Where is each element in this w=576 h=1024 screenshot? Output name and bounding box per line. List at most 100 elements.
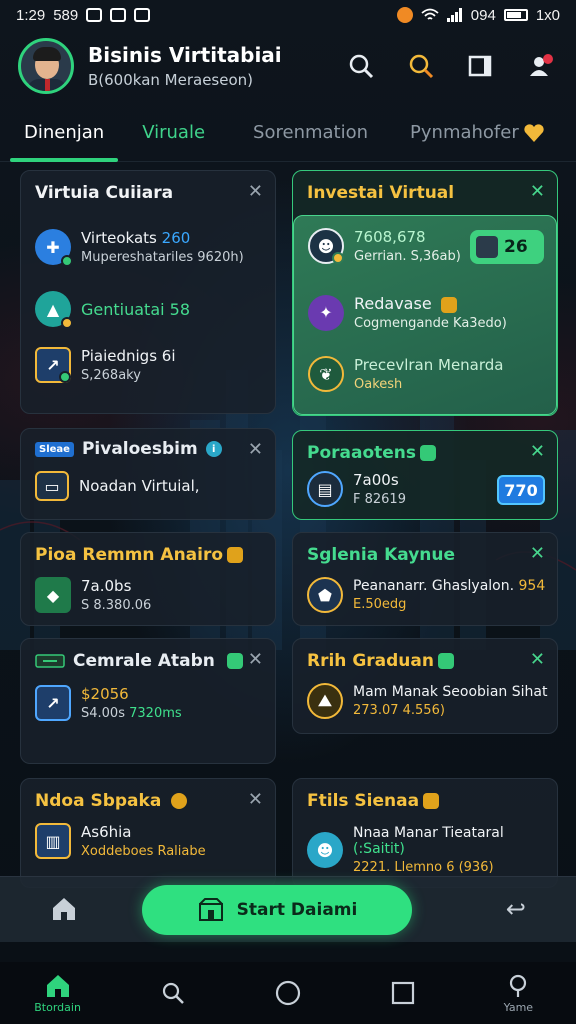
user-alert-icon[interactable] bbox=[524, 49, 558, 83]
square-icon bbox=[392, 981, 415, 1005]
card-sglenia-kaynue[interactable]: Sglenia Kaynue ✕ ⬟ Peananarr. Ghaslyalon… bbox=[292, 532, 558, 626]
tab-viruale[interactable]: Viruale bbox=[128, 104, 219, 162]
close-icon[interactable]: ✕ bbox=[530, 649, 545, 670]
list-item[interactable]: ▥ As6hia Xoddeboes Raliabe bbox=[35, 823, 206, 859]
document-icon: ▤ bbox=[307, 471, 343, 507]
status-right-text: 1x0 bbox=[535, 6, 560, 24]
leaf-icon: ❦ bbox=[308, 356, 344, 392]
nav-item-profile[interactable]: Yame bbox=[478, 973, 558, 1014]
card-ftils-sienaa[interactable]: Ftils Sienaa ☻ Nnaa Manar Tieataral (:Sa… bbox=[292, 778, 558, 888]
list-item[interactable]: ✚ Virteokats 260 Mupereshatariles 9620h) bbox=[35, 229, 244, 267]
card-title: Investai Virtual bbox=[307, 183, 455, 203]
nav-item-circle[interactable] bbox=[248, 979, 328, 1007]
card-title: Cemrale Atabn bbox=[73, 651, 215, 671]
person-icon: ☻ bbox=[307, 832, 343, 868]
card-poraaotens[interactable]: Poraaotens ✕ 770 ▤ 7a00s F 82619 bbox=[292, 430, 558, 520]
close-icon[interactable]: ✕ bbox=[248, 789, 263, 810]
sailboat-icon: ▲ bbox=[35, 291, 73, 329]
close-icon[interactable]: ✕ bbox=[530, 543, 545, 564]
card-investai-virtual[interactable]: Investai Virtual ✕ 26 ☻ 7608,678 Gerrian… bbox=[292, 170, 558, 416]
search-icon bbox=[162, 982, 184, 1004]
list-item[interactable]: ☻ 7608,678 Gerrian. S,36ab) bbox=[308, 228, 461, 264]
card-title: Rrih Graduan bbox=[307, 651, 454, 671]
tab-dinenjan[interactable]: Dinenjan bbox=[10, 104, 119, 162]
card-rrih-graduan[interactable]: Rrih Graduan ✕ ⛰ Mam Manak Seoobian Siha… bbox=[292, 638, 558, 734]
nav-item-search[interactable] bbox=[133, 980, 213, 1006]
list-item[interactable]: ◆ 7a.0bs S 8.380.06 bbox=[35, 577, 151, 613]
tab-pynmahofer[interactable]: Pynmahofer bbox=[396, 104, 559, 162]
card-title: Pivaloesbim bbox=[81, 439, 198, 459]
nav-label: Btordain bbox=[34, 1000, 81, 1014]
start-button[interactable]: Start Daiami bbox=[142, 885, 412, 935]
location-pin-icon bbox=[510, 974, 527, 997]
list-item[interactable]: ⬟ Peananarr. Ghaslyalon. 954 E.50edg bbox=[307, 577, 545, 613]
status-left-text: 589 bbox=[53, 6, 79, 24]
wifi-icon bbox=[421, 8, 439, 20]
app-header: Bisinis Virtitabiai B(600kan Meraeseon) bbox=[0, 30, 576, 102]
tab-bar: Dinenjan Viruale Sorenmation Pynmahofer bbox=[0, 104, 576, 162]
list-item[interactable]: ⛰ Mam Manak Seoobian Sihat 273.07 4.556) bbox=[307, 683, 547, 719]
landscape-icon: ⛰ bbox=[307, 683, 343, 719]
close-icon[interactable]: ✕ bbox=[248, 439, 263, 460]
app-icon bbox=[134, 8, 151, 22]
nav-item-square[interactable] bbox=[363, 980, 443, 1006]
card-pivaloesbim[interactable]: Sleae Pivaloesbim i ✕ ▭ Noadan Virtuial, bbox=[20, 428, 276, 520]
shield-icon: ⬟ bbox=[307, 577, 343, 613]
battery-icon bbox=[503, 9, 528, 21]
search-orange-icon[interactable] bbox=[404, 49, 438, 83]
action-bar: Start Daiami ↩ bbox=[0, 876, 576, 942]
info-icon: i bbox=[205, 441, 222, 457]
plus-icon: ✚ bbox=[35, 229, 73, 267]
nav-label: Yame bbox=[503, 1000, 534, 1014]
bar-chart-icon: ▥ bbox=[35, 823, 71, 859]
card-icon: ▭ bbox=[35, 471, 69, 501]
growth-chart-icon: ↗ bbox=[35, 685, 71, 721]
card-title: Ftils Sienaa bbox=[307, 791, 440, 811]
nav-item-home[interactable]: Btordain bbox=[18, 973, 98, 1014]
card-title: Poraaotens bbox=[307, 443, 437, 463]
list-item[interactable]: ✦ Redavase Cogmengande Ka3edo) bbox=[308, 294, 507, 331]
close-icon[interactable]: ✕ bbox=[530, 441, 545, 462]
alert-icon bbox=[396, 7, 413, 23]
list-item[interactable]: ↗ Piaiednigs 6i S,268aky bbox=[35, 347, 176, 383]
notification-icon bbox=[110, 8, 127, 22]
mail-icon bbox=[86, 8, 103, 22]
tab-sorenmation[interactable]: Sorenmation bbox=[239, 104, 382, 162]
avatar-mini-icon bbox=[476, 236, 498, 258]
status-time: 1:29 bbox=[16, 6, 46, 24]
circle-icon bbox=[275, 980, 301, 1006]
list-item[interactable]: ☻ Nnaa Manar Tieataral (:Saitit) 2221. L… bbox=[307, 825, 557, 875]
status-battery-text: 094 bbox=[470, 6, 496, 24]
close-icon[interactable]: ✕ bbox=[248, 649, 263, 670]
list-item[interactable]: ↗ $2056 S4.00s 7320ms bbox=[35, 685, 182, 721]
heart-icon bbox=[524, 123, 544, 142]
search-icon[interactable] bbox=[344, 49, 378, 83]
stat-pill: 26 bbox=[470, 230, 544, 264]
card-title: Pioa Remmn Anairo bbox=[35, 545, 244, 565]
card-virtual-cuiiara[interactable]: Virtuia Cuiiara ✕ ✚ Virteokats 260 Muper… bbox=[20, 170, 276, 414]
cube-icon: ◆ bbox=[35, 577, 71, 613]
list-item[interactable]: ▲ Gentiuatai 58 bbox=[35, 291, 190, 329]
bottom-nav: Btordain Yame bbox=[0, 962, 576, 1024]
card-pioa-remmn[interactable]: Pioa Remmn Anairo ◆ 7a.0bs S 8.380.06 bbox=[20, 532, 276, 626]
card-title: Virtuia Cuiiara bbox=[35, 183, 174, 203]
stat-pill: 770 bbox=[497, 475, 545, 505]
list-item[interactable]: ▭ Noadan Virtuial, bbox=[35, 471, 200, 501]
page-subtitle: B(600kan Meraeseon) bbox=[88, 71, 253, 89]
back-icon[interactable]: ↩ bbox=[506, 895, 526, 923]
card-title: Sglenia Kaynue bbox=[307, 545, 456, 565]
card-title: Ndoa Sbpaka bbox=[35, 791, 188, 811]
close-icon[interactable]: ✕ bbox=[248, 181, 263, 202]
person-icon: ☻ bbox=[308, 228, 344, 264]
card-ndoa-sbpaka[interactable]: Ndoa Sbpaka ✕ ▥ As6hia Xoddeboes Raliabe bbox=[20, 778, 276, 888]
card-cemrale-atabn[interactable]: Cemrale Atabn ✕ ↗ $2056 S4.00s 7320ms bbox=[20, 638, 276, 764]
card-investai-inner: 26 ☻ 7608,678 Gerrian. S,36ab) ✦ Redavas… bbox=[293, 215, 557, 415]
chart-icon: ↗ bbox=[35, 347, 71, 383]
home-icon[interactable] bbox=[50, 895, 78, 927]
close-icon[interactable]: ✕ bbox=[530, 181, 545, 202]
signal-icon bbox=[446, 8, 462, 22]
list-item[interactable]: ❦ Precevlran Menarda Oakesh bbox=[308, 356, 504, 392]
avatar[interactable] bbox=[18, 38, 74, 94]
list-item[interactable]: ▤ 7a00s F 82619 bbox=[307, 471, 406, 507]
window-icon[interactable] bbox=[464, 49, 498, 83]
